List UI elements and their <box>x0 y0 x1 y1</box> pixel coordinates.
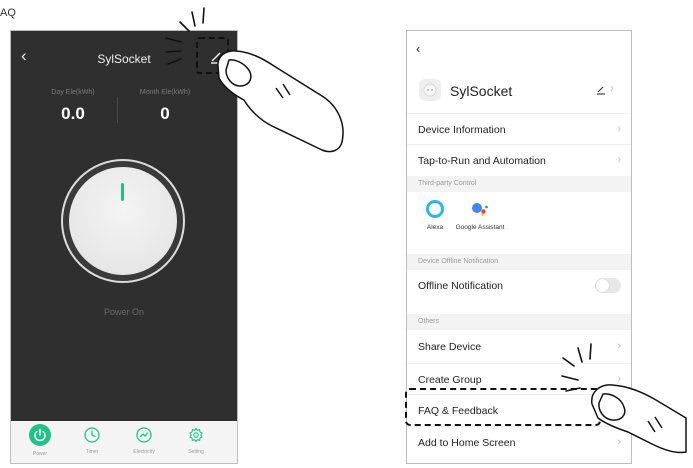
tab-electricity-label: Electricity <box>133 449 155 455</box>
row-tap-to-run[interactable]: Tap-to-Run and Automation › <box>407 144 631 176</box>
google-assistant-label: Google Assistant <box>455 224 505 231</box>
power-icon <box>29 424 51 446</box>
power-status: Power On <box>103 307 145 317</box>
section-label: Device Offline Notification <box>418 258 499 265</box>
section-third-party: Third-party Control <box>407 176 631 192</box>
alexa-icon <box>426 200 444 218</box>
chevron-right-icon: › <box>617 373 621 385</box>
chevron-right-icon: › <box>610 81 614 95</box>
day-energy-stat: Day Ele(kWh) 0.0 <box>33 89 113 124</box>
section-others: Others <box>407 314 631 330</box>
tab-timer-label: Timer <box>85 449 99 455</box>
row-share-device[interactable]: Share Device › <box>407 331 631 363</box>
pencil-icon[interactable] <box>595 84 607 96</box>
section-label: Third-party Control <box>418 180 477 187</box>
alexa-service[interactable]: Alexa <box>410 199 460 231</box>
google-assistant-service[interactable]: Google Assistant <box>455 199 505 231</box>
section-offline: Device Offline Notification <box>407 254 631 270</box>
back-icon[interactable]: ‹ <box>416 42 420 55</box>
row-label: Tap-to-Run and Automation <box>418 155 546 167</box>
device-name: SylSocket <box>450 83 513 99</box>
clock-icon <box>84 427 100 443</box>
highlight-faq-row <box>405 388 601 426</box>
tab-power-label: Power <box>32 451 48 457</box>
row-add-home-screen[interactable]: Add to Home Screen › <box>407 426 631 458</box>
row-label: Offline Notification <box>418 280 504 292</box>
row-label: Device Information <box>418 124 506 136</box>
energy-stats: Day Ele(kWh) 0.0 Month Ele(kWh) 0 <box>11 89 237 149</box>
device-header[interactable]: SylSocket › <box>407 71 631 113</box>
month-energy-label: Month Ele(kWh) <box>139 89 191 96</box>
tab-timer[interactable]: Timer <box>67 426 117 455</box>
day-energy-label: Day Ele(kWh) <box>51 89 95 96</box>
highlight-edit-button <box>196 37 229 74</box>
tab-electricity[interactable]: Electricity <box>119 426 169 455</box>
power-knob[interactable] <box>61 159 185 283</box>
alexa-label: Alexa <box>426 224 444 231</box>
electricity-icon <box>136 427 152 443</box>
bottom-tab-bar: Power Timer Electricity Setting <box>11 421 237 463</box>
month-energy-stat: Month Ele(kWh) 0 <box>125 89 205 124</box>
corner-label: AQ <box>0 7 16 19</box>
row-label: Add to Home Screen <box>418 437 516 449</box>
power-knob-face[interactable] <box>69 167 177 275</box>
chevron-right-icon: › <box>617 123 621 135</box>
chevron-right-icon: › <box>617 340 621 352</box>
tab-setting-label: Setting <box>188 449 204 455</box>
chevron-right-icon: › <box>617 404 621 416</box>
row-label: Share Device <box>418 341 482 353</box>
tab-power[interactable]: Power <box>15 424 65 457</box>
offline-notification-toggle[interactable] <box>595 278 621 293</box>
stats-divider <box>117 97 118 123</box>
row-device-information[interactable]: Device Information › <box>407 113 631 145</box>
chevron-right-icon: › <box>617 436 621 448</box>
google-assistant-icon <box>472 203 488 216</box>
power-indicator <box>121 183 124 201</box>
row-label: Create Group <box>418 374 482 386</box>
gear-icon <box>189 427 203 443</box>
row-offline-notification: Offline Notification <box>407 270 631 302</box>
tab-setting[interactable]: Setting <box>171 426 221 455</box>
third-party-services: Alexa Google Assistant <box>407 192 631 254</box>
day-energy-value: 0.0 <box>61 104 85 123</box>
toggle-knob <box>596 279 609 292</box>
socket-icon <box>419 79 441 101</box>
chevron-right-icon: › <box>617 154 621 166</box>
month-energy-value: 0 <box>160 104 170 123</box>
section-label: Others <box>418 318 440 325</box>
left-phone-screen: ‹ SylSocket Day Ele(kWh) 0.0 Month Ele(k… <box>10 30 238 464</box>
